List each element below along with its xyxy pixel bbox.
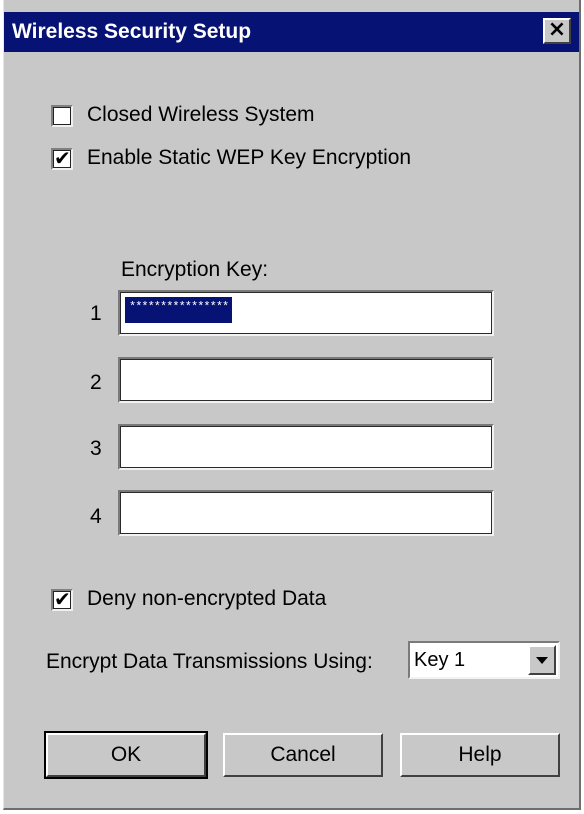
cancel-button[interactable]: Cancel [223, 733, 383, 777]
deny-unencrypted-checkbox[interactable]: ✔ [51, 587, 73, 611]
encrypt-key-select[interactable]: Key 1 [408, 641, 560, 679]
ok-button[interactable]: OK [44, 731, 208, 779]
encryption-key-3-input[interactable] [118, 424, 494, 470]
encryption-key-heading: Encryption Key: [121, 258, 269, 281]
encryption-key-2-input[interactable] [118, 357, 494, 403]
title-bar: Wireless Security Setup × [4, 12, 579, 52]
help-button[interactable]: Help [400, 733, 560, 777]
encrypt-using-label: Encrypt Data Transmissions Using: [46, 650, 373, 673]
dropdown-button[interactable] [528, 645, 556, 675]
deny-unencrypted-label: Deny non-encrypted Data [87, 587, 327, 610]
encryption-key-1-input[interactable]: **************** [118, 290, 494, 336]
key-number-2: 2 [90, 371, 102, 394]
closed-wireless-checkbox[interactable] [51, 105, 73, 127]
selected-key: Key 1 [414, 649, 466, 671]
static-wep-checkbox[interactable]: ✔ [51, 146, 73, 170]
key-number-3: 3 [90, 437, 102, 460]
encryption-key-4-input[interactable] [118, 490, 494, 536]
chevron-down-icon [536, 657, 548, 664]
checkmark-icon: ✔ [54, 587, 71, 611]
key-number-1: 1 [90, 302, 102, 325]
wireless-security-dialog: Wireless Security Setup × Closed Wireles… [3, 0, 581, 810]
close-button[interactable]: × [543, 18, 571, 44]
key-number-4: 4 [90, 505, 102, 528]
closed-wireless-label: Closed Wireless System [87, 103, 315, 126]
dialog-title: Wireless Security Setup [12, 20, 252, 43]
static-wep-label: Enable Static WEP Key Encryption [87, 146, 412, 169]
key-1-value: **************** [125, 297, 233, 323]
checkmark-icon: ✔ [54, 146, 71, 170]
close-icon: × [547, 17, 567, 42]
